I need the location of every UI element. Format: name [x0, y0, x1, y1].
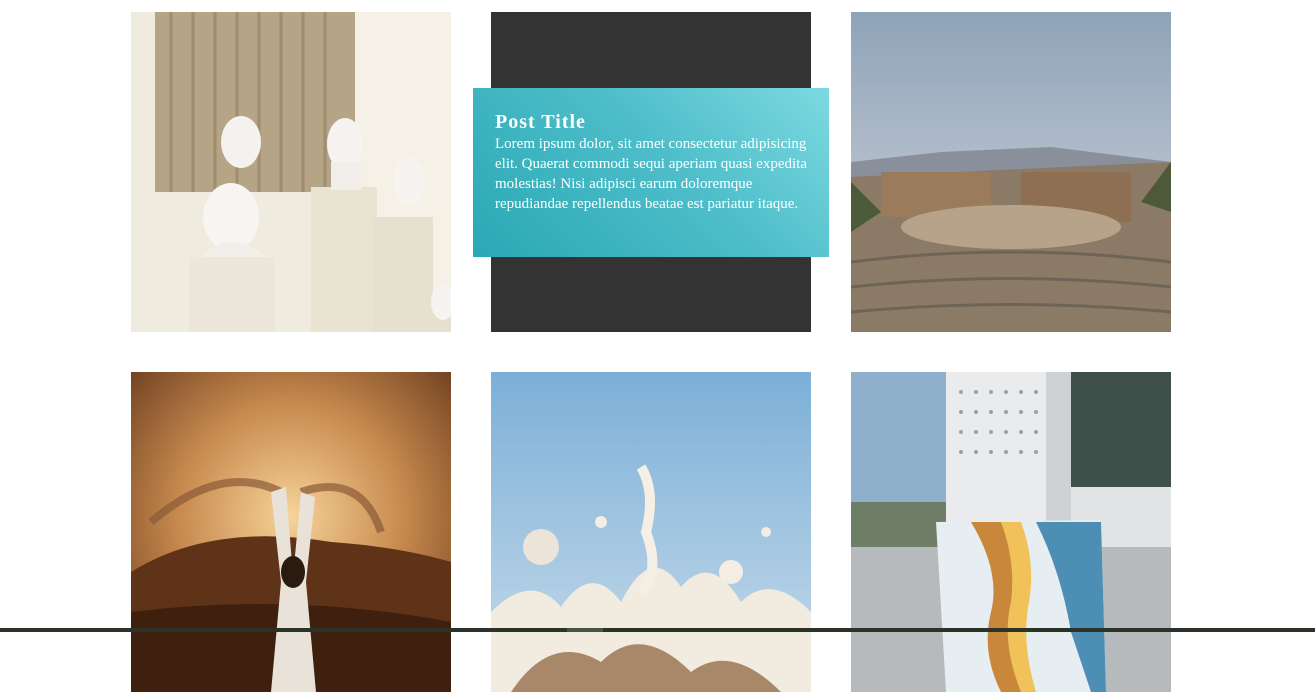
gallery-tile-laptop[interactable]	[851, 372, 1171, 692]
statues-photo	[131, 12, 451, 332]
amphitheater-photo	[851, 12, 1171, 332]
image-gallery: Post Title Lorem ipsum dolor, sit amet c…	[131, 12, 1171, 692]
horizontal-scrollbar[interactable]	[0, 628, 1315, 632]
post-excerpt: Lorem ipsum dolor, sit amet consectetur …	[495, 136, 807, 212]
gallery-tile-post[interactable]: Post Title Lorem ipsum dolor, sit amet c…	[473, 12, 829, 332]
post-caption-card: Post Title Lorem ipsum dolor, sit amet c…	[473, 88, 829, 257]
gallery-tile-splash[interactable]	[491, 372, 811, 692]
gallery-tile-statues[interactable]	[131, 12, 451, 332]
desert-photo	[131, 372, 451, 692]
gallery-tile-desert[interactable]	[131, 372, 451, 692]
splash-photo	[491, 372, 811, 692]
gallery-tile-amphitheater[interactable]	[851, 12, 1171, 332]
post-title: Post Title	[495, 111, 586, 133]
scrollbar-thumb[interactable]	[567, 628, 603, 632]
laptop-photo	[851, 372, 1171, 692]
